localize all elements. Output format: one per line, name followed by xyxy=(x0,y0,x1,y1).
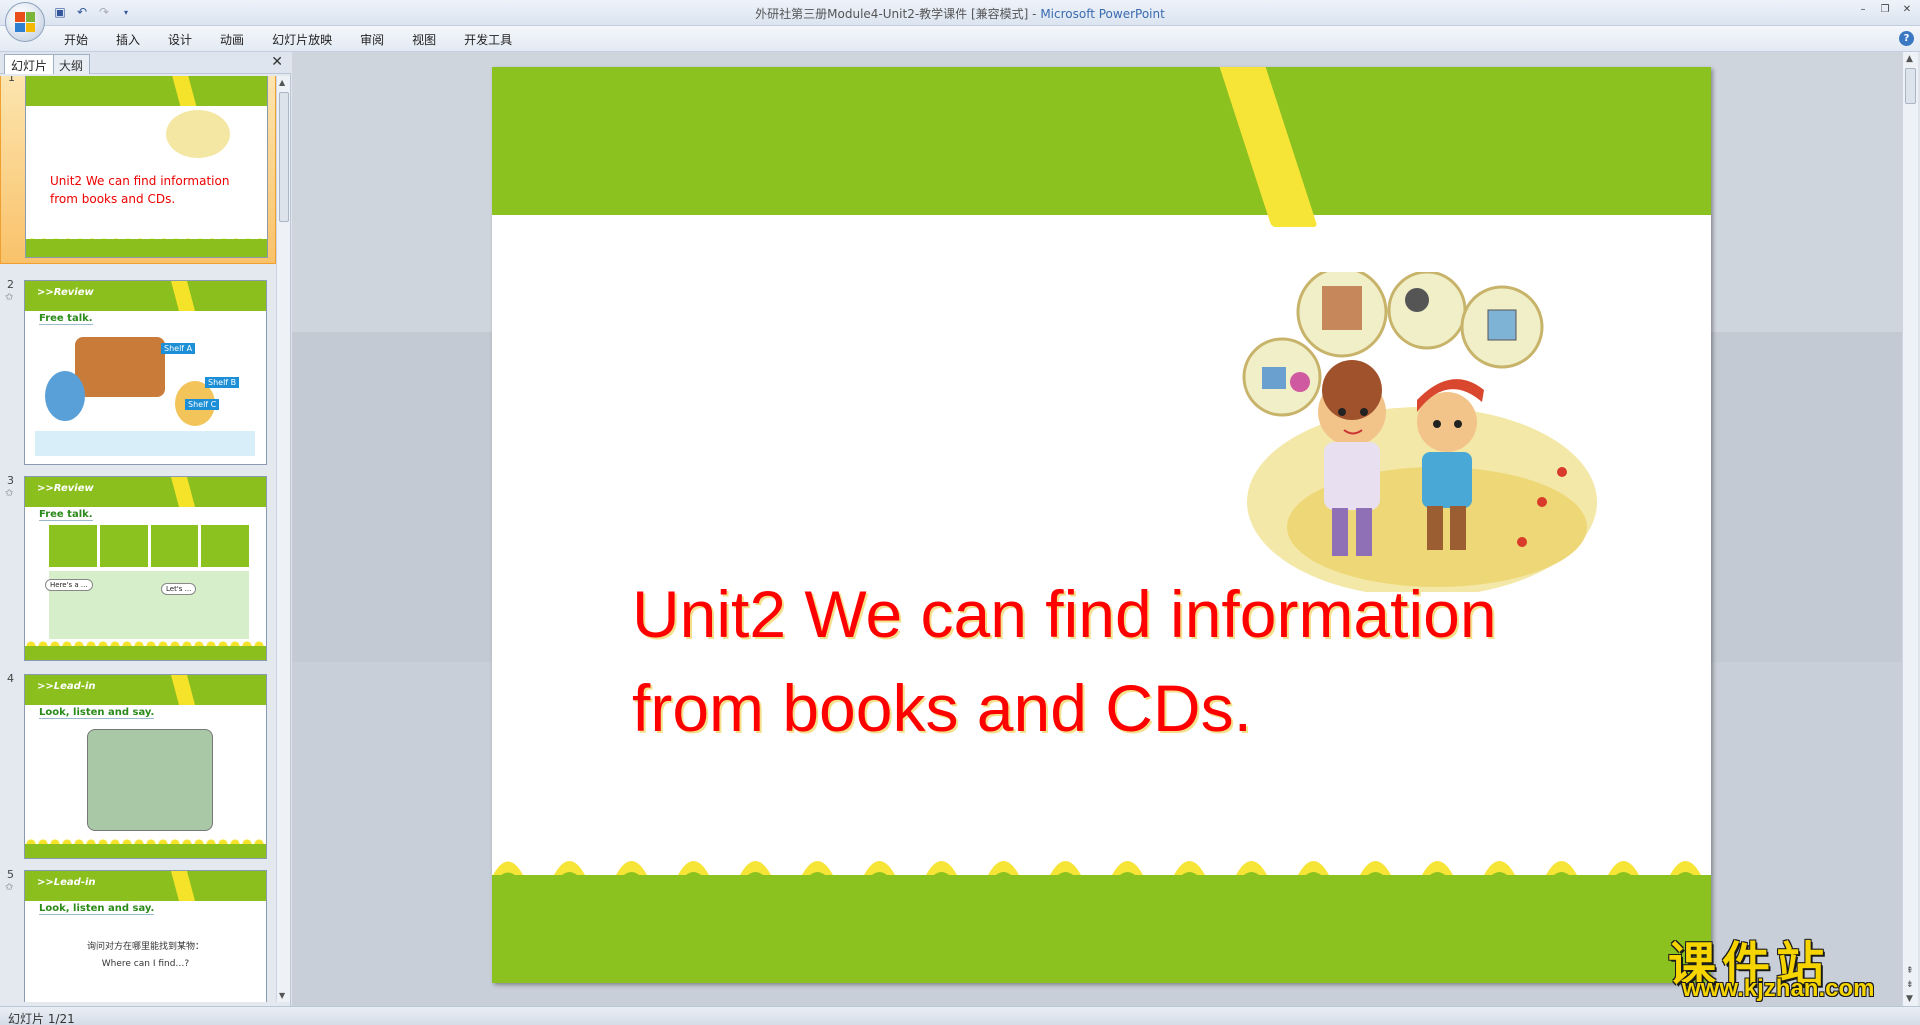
slides-panel: 幻灯片 大纲 ✕ 1 Unit2 We can find information… xyxy=(0,52,291,1006)
help-icon[interactable]: ? xyxy=(1899,31,1914,46)
scroll-up-icon[interactable]: ▲ xyxy=(279,78,285,87)
slide-number: 1 xyxy=(8,76,15,84)
slide-number: 3 xyxy=(7,474,14,487)
thumb-bottom-band xyxy=(25,844,266,858)
current-slide[interactable]: Unit2 We can find information from books… xyxy=(492,67,1711,983)
slide-title-line-1: Unit2 We can find information xyxy=(632,577,1497,651)
slide-scrollbar[interactable]: ▲ ⇞ ⇟ ▼ xyxy=(1902,52,1918,1006)
thumb-header: >>Lead-in xyxy=(37,681,96,692)
restore-icon[interactable]: ❐ xyxy=(1876,3,1894,17)
scroll-down-icon[interactable]: ▼ xyxy=(279,991,285,1000)
slide-thumbnail-1[interactable]: 1 Unit2 We can find information from boo… xyxy=(0,76,276,264)
thumb-bookshelf xyxy=(75,337,165,397)
slide-indicator: 幻灯片 1/21 xyxy=(8,1012,75,1025)
ribbon-tabs: 开始 插入 设计 动画 幻灯片放映 审阅 视图 开发工具 xyxy=(50,30,526,49)
thumb-subtitle: Look, listen and say. xyxy=(39,707,155,719)
shelf-label: Shelf C xyxy=(185,399,220,410)
thumbnail-preview: >>Lead-in Look, listen and say. xyxy=(24,674,267,859)
scrollbar-thumb[interactable] xyxy=(1905,68,1916,104)
thumbnail-preview: Unit2 We can find information from books… xyxy=(25,76,268,258)
thumb-header: >>Lead-in xyxy=(37,877,96,888)
thumbnail-preview: >>Lead-in Look, listen and say. 询问对方在哪里能… xyxy=(24,870,267,1002)
thumbnail-list: 1 Unit2 We can find information from boo… xyxy=(0,76,276,1002)
tab-developer[interactable]: 开发工具 xyxy=(450,30,526,49)
thumb-subtitle: Look, listen and say. xyxy=(39,903,155,915)
thumb-bottom-band xyxy=(26,239,267,257)
thumb-note: Where can I find…? xyxy=(101,959,190,969)
thumb-header: >>Review xyxy=(37,483,94,494)
office-button[interactable] xyxy=(5,2,45,42)
close-window-icon[interactable]: ✕ xyxy=(1898,3,1916,17)
thumb-wave xyxy=(25,836,266,844)
panel-tabs: 幻灯片 大纲 ✕ xyxy=(0,52,291,74)
animation-star-icon: ✩ xyxy=(5,882,14,893)
thumb-classroom-image xyxy=(87,729,213,831)
shelf-label: Shelf A xyxy=(161,343,196,354)
slide-thumbnail-2[interactable]: 2 ✩ >>Review Free talk. Shelf A Shelf B … xyxy=(0,276,276,472)
slide-thumbnail-5[interactable]: 5 ✩ >>Lead-in Look, listen and say. 询问对方… xyxy=(0,866,276,1002)
thumb-subtitle: Free talk. xyxy=(39,313,93,325)
thumb-subtitle: Free talk. xyxy=(39,509,93,521)
tab-animations[interactable]: 动画 xyxy=(206,30,258,49)
minimize-icon[interactable]: – xyxy=(1854,3,1872,17)
animation-star-icon: ✩ xyxy=(5,292,14,303)
slide-number: 5 xyxy=(7,868,14,881)
speech-bubble: Let's ... xyxy=(161,583,197,595)
window-controls: – ❐ ✕ xyxy=(1854,3,1916,17)
speech-bubble: Here's a ... xyxy=(45,579,93,591)
watermark-url: www.kjzhan.com xyxy=(1682,975,1875,1002)
tab-slides[interactable]: 幻灯片 xyxy=(4,54,55,74)
window-title: 外研社第三册Module4-Unit2-教学课件 [兼容模式] - Micros… xyxy=(0,5,1920,22)
thumb-floor xyxy=(35,431,255,456)
thumbnail-preview: >>Review Free talk. Here's a ... Let's .… xyxy=(24,476,267,661)
scrollbar-thumb[interactable] xyxy=(279,92,289,222)
slide-title-line-2: from books and CDs. xyxy=(632,671,1252,745)
slide-number: 4 xyxy=(7,672,14,685)
close-panel-icon[interactable]: ✕ xyxy=(271,54,283,70)
tab-review[interactable]: 审阅 xyxy=(346,30,398,49)
tab-slideshow[interactable]: 幻灯片放映 xyxy=(258,30,346,49)
animation-star-icon: ✩ xyxy=(5,488,14,499)
tab-design[interactable]: 设计 xyxy=(154,30,206,49)
app-name: Microsoft PowerPoint xyxy=(1040,7,1165,21)
thumb-bottom-band xyxy=(25,646,266,660)
tab-insert[interactable]: 插入 xyxy=(102,30,154,49)
tab-outline[interactable]: 大纲 xyxy=(52,54,91,74)
slide-number: 2 xyxy=(7,278,14,291)
thumb-note: 询问对方在哪里能找到某物： xyxy=(86,942,204,952)
status-bar: 幻灯片 1/21 xyxy=(0,1006,1920,1025)
thumb-title: Unit2 We can find information from books… xyxy=(50,174,230,206)
tab-home[interactable]: 开始 xyxy=(50,30,102,49)
thumb-blank-boxes xyxy=(49,525,249,567)
slide-thumbnail-3[interactable]: 3 ✩ >>Review Free talk. Here's a ... Let… xyxy=(0,472,276,668)
thumb-header: >>Review xyxy=(37,287,94,298)
thumbnail-scrollbar[interactable]: ▲ ▼ xyxy=(276,76,290,1002)
thumb-child xyxy=(45,371,85,421)
document-title: 外研社第三册Module4-Unit2-教学课件 [兼容模式] - xyxy=(755,7,1041,21)
office-logo-icon xyxy=(15,12,35,32)
thumbnail-preview: >>Review Free talk. Shelf A Shelf B Shel… xyxy=(24,280,267,465)
slide-thumbnail-4[interactable]: 4 >>Lead-in Look, listen and say. xyxy=(0,670,276,866)
thumb-wave xyxy=(25,638,266,646)
tab-view[interactable]: 视图 xyxy=(398,30,450,49)
slide-title[interactable]: Unit2 We can find information from books… xyxy=(632,567,1632,755)
slide-top-band xyxy=(492,67,1711,215)
watermark-logo: 课件站 www.kjzhan.com xyxy=(1668,925,1908,1005)
scroll-up-icon[interactable]: ▲ xyxy=(1906,54,1913,64)
thumb-illustration xyxy=(166,110,230,158)
title-bar: ▣ ↶ ↷ ▾ 外研社第三册Module4-Unit2-教学课件 [兼容模式] … xyxy=(0,0,1920,42)
shelf-label: Shelf B xyxy=(205,377,240,388)
thumb-top-band xyxy=(26,76,267,106)
children-thinking-illustration xyxy=(1242,272,1597,592)
slide-bottom-band xyxy=(492,875,1711,983)
slide-canvas-area: Unit2 We can find information from books… xyxy=(292,52,1918,1006)
ribbon-tab-bar: 开始 插入 设计 动画 幻灯片放映 审阅 视图 开发工具 ? xyxy=(0,26,1920,52)
